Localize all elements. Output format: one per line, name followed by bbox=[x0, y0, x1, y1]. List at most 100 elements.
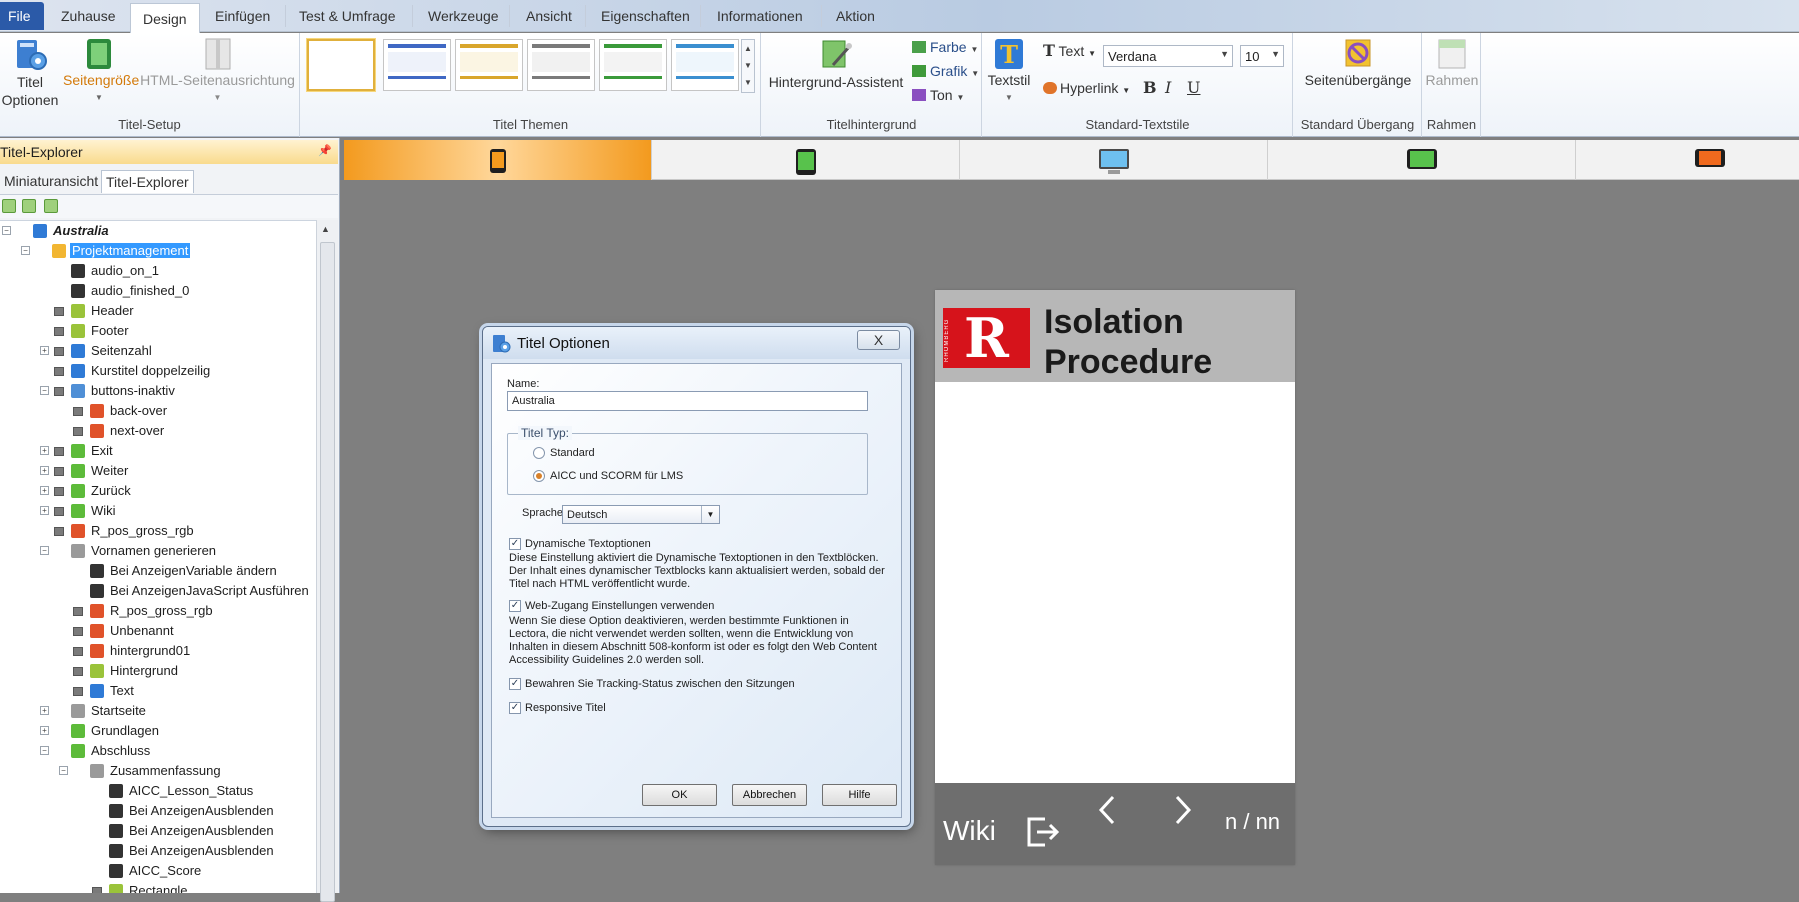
theme-thumbnail[interactable] bbox=[383, 39, 451, 91]
web-access-checkbox[interactable]: ✓ bbox=[509, 600, 521, 612]
html-seitenausrichtung-button[interactable]: HTML-Seitenausrichtung ▼ bbox=[140, 37, 295, 107]
expand-icon[interactable]: + bbox=[40, 486, 49, 495]
help-button[interactable]: Hilfe bbox=[822, 784, 897, 806]
theme-gallery-scroll[interactable]: ▲ ▼ ▼ bbox=[741, 39, 755, 93]
tree-item[interactable]: + Seitenzahl bbox=[0, 341, 316, 361]
tree-item[interactable]: Bei AnzeigenAusblenden bbox=[0, 841, 316, 861]
tree-item[interactable]: − buttons-inaktiv bbox=[0, 381, 316, 401]
expand-icon[interactable]: + bbox=[40, 506, 49, 515]
tree-item[interactable]: + Exit bbox=[0, 441, 316, 461]
file-menu-button[interactable]: File bbox=[0, 2, 44, 30]
tree-item[interactable]: Footer bbox=[0, 321, 316, 341]
tree-item[interactable]: Rectangle bbox=[0, 881, 316, 893]
hyperlink-button[interactable]: Hyperlink ▼ bbox=[1043, 80, 1130, 96]
tab-werkzeuge[interactable]: Werkzeuge bbox=[428, 8, 499, 24]
textstil-button[interactable]: T Textstil ▼ bbox=[987, 37, 1031, 107]
tree-item[interactable]: − Australia bbox=[0, 221, 316, 241]
collapse-icon[interactable]: − bbox=[40, 386, 49, 395]
exit-icon[interactable] bbox=[1025, 815, 1061, 849]
wiki-button[interactable]: Wiki bbox=[943, 815, 996, 847]
add-section-icon[interactable] bbox=[22, 199, 36, 213]
tree-item[interactable]: Unbenannt bbox=[0, 621, 316, 641]
next-arrow-icon[interactable] bbox=[1171, 793, 1195, 827]
tree-item[interactable]: R_pos_gross_rgb bbox=[0, 521, 316, 541]
underline-button[interactable]: U bbox=[1187, 78, 1200, 97]
tree-item[interactable]: − Abschluss bbox=[0, 741, 316, 761]
tab-design[interactable]: Design bbox=[130, 3, 200, 33]
scrollbar-thumb[interactable] bbox=[320, 242, 335, 902]
dialog-titlebar[interactable]: Titel Optionen X bbox=[483, 327, 910, 359]
device-tablet-portrait[interactable] bbox=[652, 140, 960, 180]
tree-item[interactable]: Kurstitel doppelzeilig bbox=[0, 361, 316, 381]
tab-zuhause[interactable]: Zuhause bbox=[61, 8, 115, 24]
tree-item[interactable]: − Zusammenfassung bbox=[0, 761, 316, 781]
radio-aicc-scorm[interactable] bbox=[533, 470, 545, 482]
ton-button[interactable]: Ton ▼ bbox=[912, 87, 964, 103]
close-button[interactable]: X bbox=[857, 330, 900, 350]
device-phone-landscape[interactable] bbox=[1576, 140, 1799, 180]
tab-aktion[interactable]: Aktion bbox=[836, 8, 875, 24]
add-chapter-icon[interactable] bbox=[2, 199, 16, 213]
collapse-icon[interactable]: − bbox=[2, 226, 11, 235]
collapse-icon[interactable]: − bbox=[40, 546, 49, 555]
expand-icon[interactable]: + bbox=[40, 726, 49, 735]
tree-item[interactable]: + Wiki bbox=[0, 501, 316, 521]
tab-informationen[interactable]: Informationen bbox=[717, 8, 803, 24]
tree-item[interactable]: next-over bbox=[0, 421, 316, 441]
expand-icon[interactable]: + bbox=[40, 446, 49, 455]
name-input[interactable]: Australia bbox=[507, 391, 868, 411]
scroll-up-icon[interactable]: ▲ bbox=[321, 224, 330, 234]
tab-miniaturansicht[interactable]: Miniaturansicht bbox=[0, 170, 102, 192]
dyn-text-checkbox[interactable]: ✓ bbox=[509, 538, 521, 550]
titel-optionen-button[interactable]: Titel Optionen bbox=[0, 37, 60, 109]
device-desktop[interactable] bbox=[960, 140, 1268, 180]
tree-item[interactable]: Bei AnzeigenJavaScript Ausführen bbox=[0, 581, 316, 601]
collapse-icon[interactable]: − bbox=[21, 246, 30, 255]
theme-thumbnail[interactable] bbox=[527, 39, 595, 91]
responsive-checkbox[interactable]: ✓ bbox=[509, 702, 521, 714]
theme-thumbnail[interactable] bbox=[671, 39, 739, 91]
device-tablet-landscape[interactable] bbox=[1268, 140, 1576, 180]
seitengroesse-button[interactable]: Seitengröße ▼ bbox=[63, 37, 139, 107]
tree-item[interactable]: audio_on_1 bbox=[0, 261, 316, 281]
seitenuebergaenge-button[interactable]: Seitenübergänge bbox=[1294, 37, 1422, 89]
tree-item[interactable]: Header bbox=[0, 301, 316, 321]
tree-item[interactable]: Bei AnzeigenAusblenden bbox=[0, 801, 316, 821]
rahmen-button[interactable]: Rahmen bbox=[1423, 37, 1481, 89]
tree-item[interactable]: Text bbox=[0, 681, 316, 701]
italic-button[interactable]: I bbox=[1165, 78, 1171, 97]
back-arrow-icon[interactable] bbox=[1095, 793, 1119, 827]
tab-titel-explorer[interactable]: Titel-Explorer bbox=[101, 170, 194, 193]
add-page-icon[interactable] bbox=[44, 199, 58, 213]
theme-thumbnail-blank[interactable] bbox=[307, 39, 375, 91]
tree-item[interactable]: + Weiter bbox=[0, 461, 316, 481]
theme-thumbnail[interactable] bbox=[455, 39, 523, 91]
theme-thumbnail[interactable] bbox=[599, 39, 667, 91]
grafik-button[interactable]: Grafik ▼ bbox=[912, 63, 979, 79]
tree-item[interactable]: back-over bbox=[0, 401, 316, 421]
tree-item[interactable]: hintergrund01 bbox=[0, 641, 316, 661]
tree-item[interactable]: Hintergrund bbox=[0, 661, 316, 681]
collapse-icon[interactable]: − bbox=[59, 766, 68, 775]
tree-item[interactable]: + Startseite bbox=[0, 701, 316, 721]
tree-item[interactable]: Bei AnzeigenAusblenden bbox=[0, 821, 316, 841]
tab-test-umfrage[interactable]: Test & Umfrage bbox=[299, 8, 395, 24]
collapse-icon[interactable]: − bbox=[40, 746, 49, 755]
cancel-button[interactable]: Abbrechen bbox=[732, 784, 807, 806]
text-style-dropdown[interactable]: T Text ▼ bbox=[1043, 41, 1096, 60]
tree-item[interactable]: AICC_Lesson_Status bbox=[0, 781, 316, 801]
tracking-checkbox[interactable]: ✓ bbox=[509, 678, 521, 690]
bold-button[interactable]: B bbox=[1143, 78, 1157, 97]
expand-icon[interactable]: + bbox=[40, 466, 49, 475]
tree-item[interactable]: Bei AnzeigenVariable ändern bbox=[0, 561, 316, 581]
hintergrund-assistent-button[interactable]: Hintergrund-Assistent bbox=[762, 37, 910, 91]
tree-item[interactable]: R_pos_gross_rgb bbox=[0, 601, 316, 621]
tree-item[interactable]: − Projektmanagement bbox=[0, 241, 316, 261]
tree-item[interactable]: + Zurück bbox=[0, 481, 316, 501]
ok-button[interactable]: OK bbox=[642, 784, 717, 806]
pin-icon[interactable]: 📌 bbox=[318, 144, 332, 157]
farbe-button[interactable]: Farbe ▼ bbox=[912, 39, 978, 55]
tree-item[interactable]: audio_finished_0 bbox=[0, 281, 316, 301]
device-phone-portrait[interactable] bbox=[344, 140, 652, 180]
sprache-select[interactable]: Deutsch ▼ bbox=[562, 505, 720, 524]
